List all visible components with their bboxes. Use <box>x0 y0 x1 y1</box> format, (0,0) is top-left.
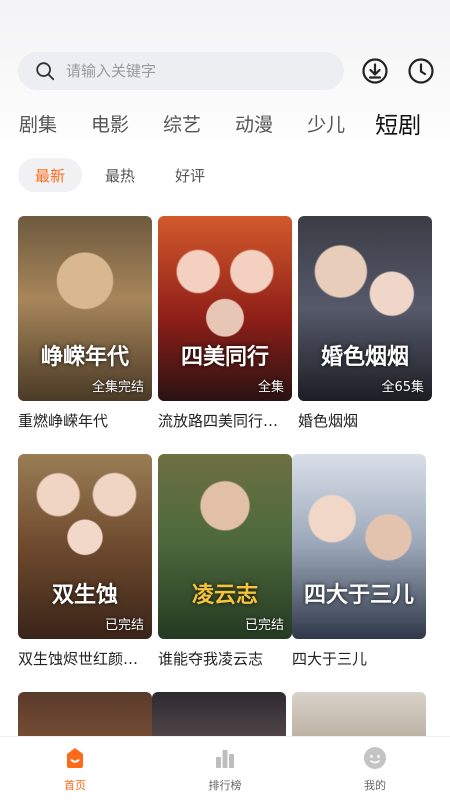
search-input[interactable] <box>66 62 296 80</box>
sort-top-rated[interactable]: 好评 <box>158 158 222 192</box>
drama-title: 流放路四美同行… <box>158 412 279 430</box>
nav-home[interactable]: 首页 <box>30 745 120 793</box>
drama-card[interactable]: 婚色烟烟 全65集 婚色烟烟 <box>298 216 432 432</box>
tab-series[interactable]: 剧集 <box>19 110 57 137</box>
nav-label: 排行榜 <box>208 778 242 792</box>
nav-profile[interactable]: 我的 <box>330 745 420 793</box>
tab-variety[interactable]: 综艺 <box>163 110 201 137</box>
home-icon <box>67 747 83 768</box>
poster-title-text: 凌云志 <box>191 582 258 608</box>
drama-poster: 婚色烟烟 全65集 <box>298 216 432 401</box>
episode-badge: 全65集 <box>381 380 424 395</box>
nav-label: 我的 <box>364 778 386 792</box>
sort-tabs: 最新 最热 好评 <box>18 158 228 192</box>
drama-card[interactable]: 双生蚀 已完结 双生蚀烬世红颜… <box>18 454 152 670</box>
search-bar[interactable] <box>18 52 345 90</box>
drama-poster: 峥嵘年代 全集完结 <box>18 216 152 401</box>
tab-kids[interactable]: 少儿 <box>307 110 345 137</box>
drama-poster: 凌云志 已完结 <box>158 454 292 639</box>
tab-movies[interactable]: 电影 <box>91 110 129 137</box>
episode-badge: 全集 <box>257 380 284 395</box>
episode-badge: 全集完结 <box>91 380 144 395</box>
clock-icon <box>408 58 434 84</box>
search-row <box>18 52 436 90</box>
drama-title: 婚色烟烟 <box>298 412 359 430</box>
poster-title-text: 四大于三儿 <box>303 582 414 608</box>
drama-title: 重燃峥嵘年代 <box>18 412 109 430</box>
drama-poster: 双生蚀 已完结 <box>18 454 152 639</box>
tab-anime[interactable]: 动漫 <box>235 110 273 137</box>
drama-title: 双生蚀烬世红颜… <box>18 650 139 668</box>
drama-card[interactable]: 峥嵘年代 全集完结 重燃峥嵘年代 <box>18 216 152 432</box>
drama-card[interactable]: 四大于三儿 四大于三儿 <box>292 454 426 670</box>
category-tabs: 剧集 电影 综艺 动漫 少儿 短剧 <box>19 106 440 140</box>
ranking-icon <box>216 749 234 768</box>
profile-icon <box>364 746 386 769</box>
sort-hottest[interactable]: 最热 <box>88 158 152 192</box>
poster-title-text: 峥嵘年代 <box>40 344 129 370</box>
drama-title: 四大于三儿 <box>292 650 368 668</box>
poster-title-text: 婚色烟烟 <box>320 344 409 370</box>
bottom-nav: 首页 排行榜 我的 <box>0 736 450 800</box>
poster-title-text: 四美同行 <box>180 344 269 370</box>
drama-poster: 四美同行 全集 <box>158 216 292 401</box>
row-spacer <box>18 670 434 692</box>
search-icon <box>36 62 55 81</box>
row-spacer <box>18 432 434 454</box>
sort-latest[interactable]: 最新 <box>18 158 83 192</box>
drama-card[interactable]: 凌云志 已完结 谁能夺我凌云志 <box>158 454 292 670</box>
drama-card[interactable]: 四美同行 全集 流放路四美同行… <box>158 216 292 432</box>
episode-badge: 已完结 <box>104 618 144 633</box>
download-button[interactable] <box>360 56 390 86</box>
poster-title-text: 双生蚀 <box>51 582 118 608</box>
tab-short-drama[interactable]: 短剧 <box>375 106 421 140</box>
drama-grid: 峥嵘年代 全集完结 重燃峥嵘年代 四美同行 全集 流放路四美同行… 婚色烟烟 全… <box>18 216 434 772</box>
drama-poster: 四大于三儿 <box>292 454 426 639</box>
episode-badge: 已完结 <box>244 618 284 633</box>
download-icon <box>362 58 388 84</box>
drama-title: 谁能夺我凌云志 <box>158 650 264 668</box>
nav-ranking[interactable]: 排行榜 <box>180 745 270 793</box>
history-button[interactable] <box>406 56 436 86</box>
nav-label: 首页 <box>64 778 86 792</box>
